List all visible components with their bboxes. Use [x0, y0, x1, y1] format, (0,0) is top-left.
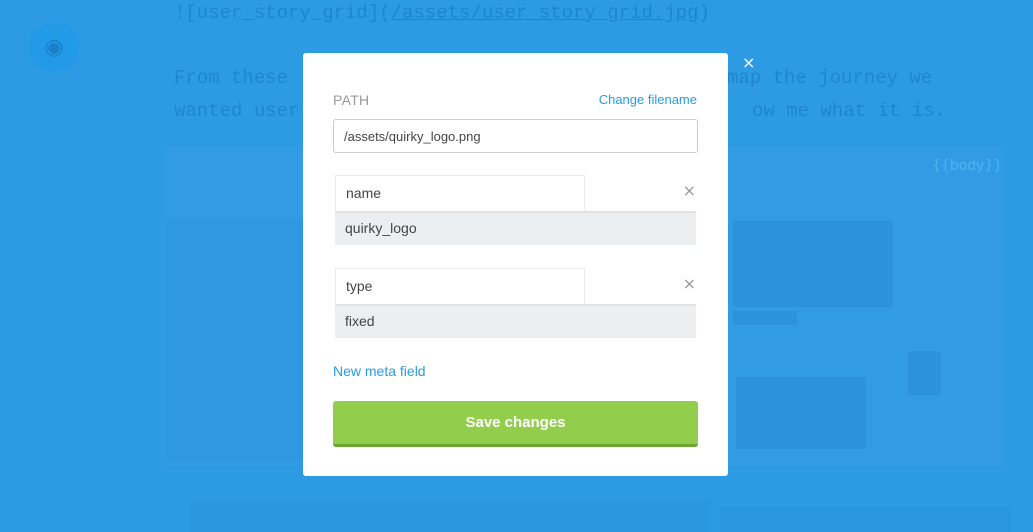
meta-key-input[interactable]: name [335, 175, 585, 211]
background-thumbnails [733, 311, 797, 325]
change-filename-link[interactable]: Change filename [599, 92, 697, 107]
background-image [165, 220, 303, 460]
background-sketches [190, 500, 710, 532]
close-icon[interactable]: × [742, 53, 755, 72]
markdown-link: /assets/user_story_grid.jpg [390, 2, 699, 24]
background-video [736, 377, 866, 449]
text: ow me what it is. [752, 100, 946, 122]
background-avatar [908, 351, 941, 395]
save-button[interactable]: Save changes [333, 401, 698, 447]
paragraph-line: From these map the journey we [174, 67, 932, 89]
markdown-image-line: ![user_story_grid](/assets/user_story_gr… [174, 2, 710, 24]
remove-icon[interactable]: × [683, 181, 696, 200]
new-meta-field-link[interactable]: New meta field [333, 363, 426, 379]
remove-icon[interactable]: × [683, 274, 696, 293]
markdown-text: ![user_story_grid]( [174, 2, 391, 24]
text: map the journey we [727, 67, 933, 89]
body-tag: {{body}} [932, 158, 1003, 174]
paragraph-line: wanted user ow me what it is. [174, 100, 946, 122]
text: wanted user [174, 100, 300, 122]
meta-value-input[interactable]: quirky_logo [335, 211, 696, 245]
globe-icon[interactable]: ◉ [29, 22, 79, 72]
meta-value-input[interactable]: fixed [335, 304, 696, 338]
meta-dialog: PATH Change filename name × quirky_logo … [303, 53, 728, 476]
path-label: PATH [333, 92, 370, 108]
path-input[interactable] [333, 119, 698, 153]
text: From these [174, 67, 289, 89]
background-wireframes [720, 507, 1010, 532]
meta-key-input[interactable]: type [335, 268, 585, 304]
markdown-text: ) [698, 2, 710, 24]
background-image [733, 221, 893, 307]
